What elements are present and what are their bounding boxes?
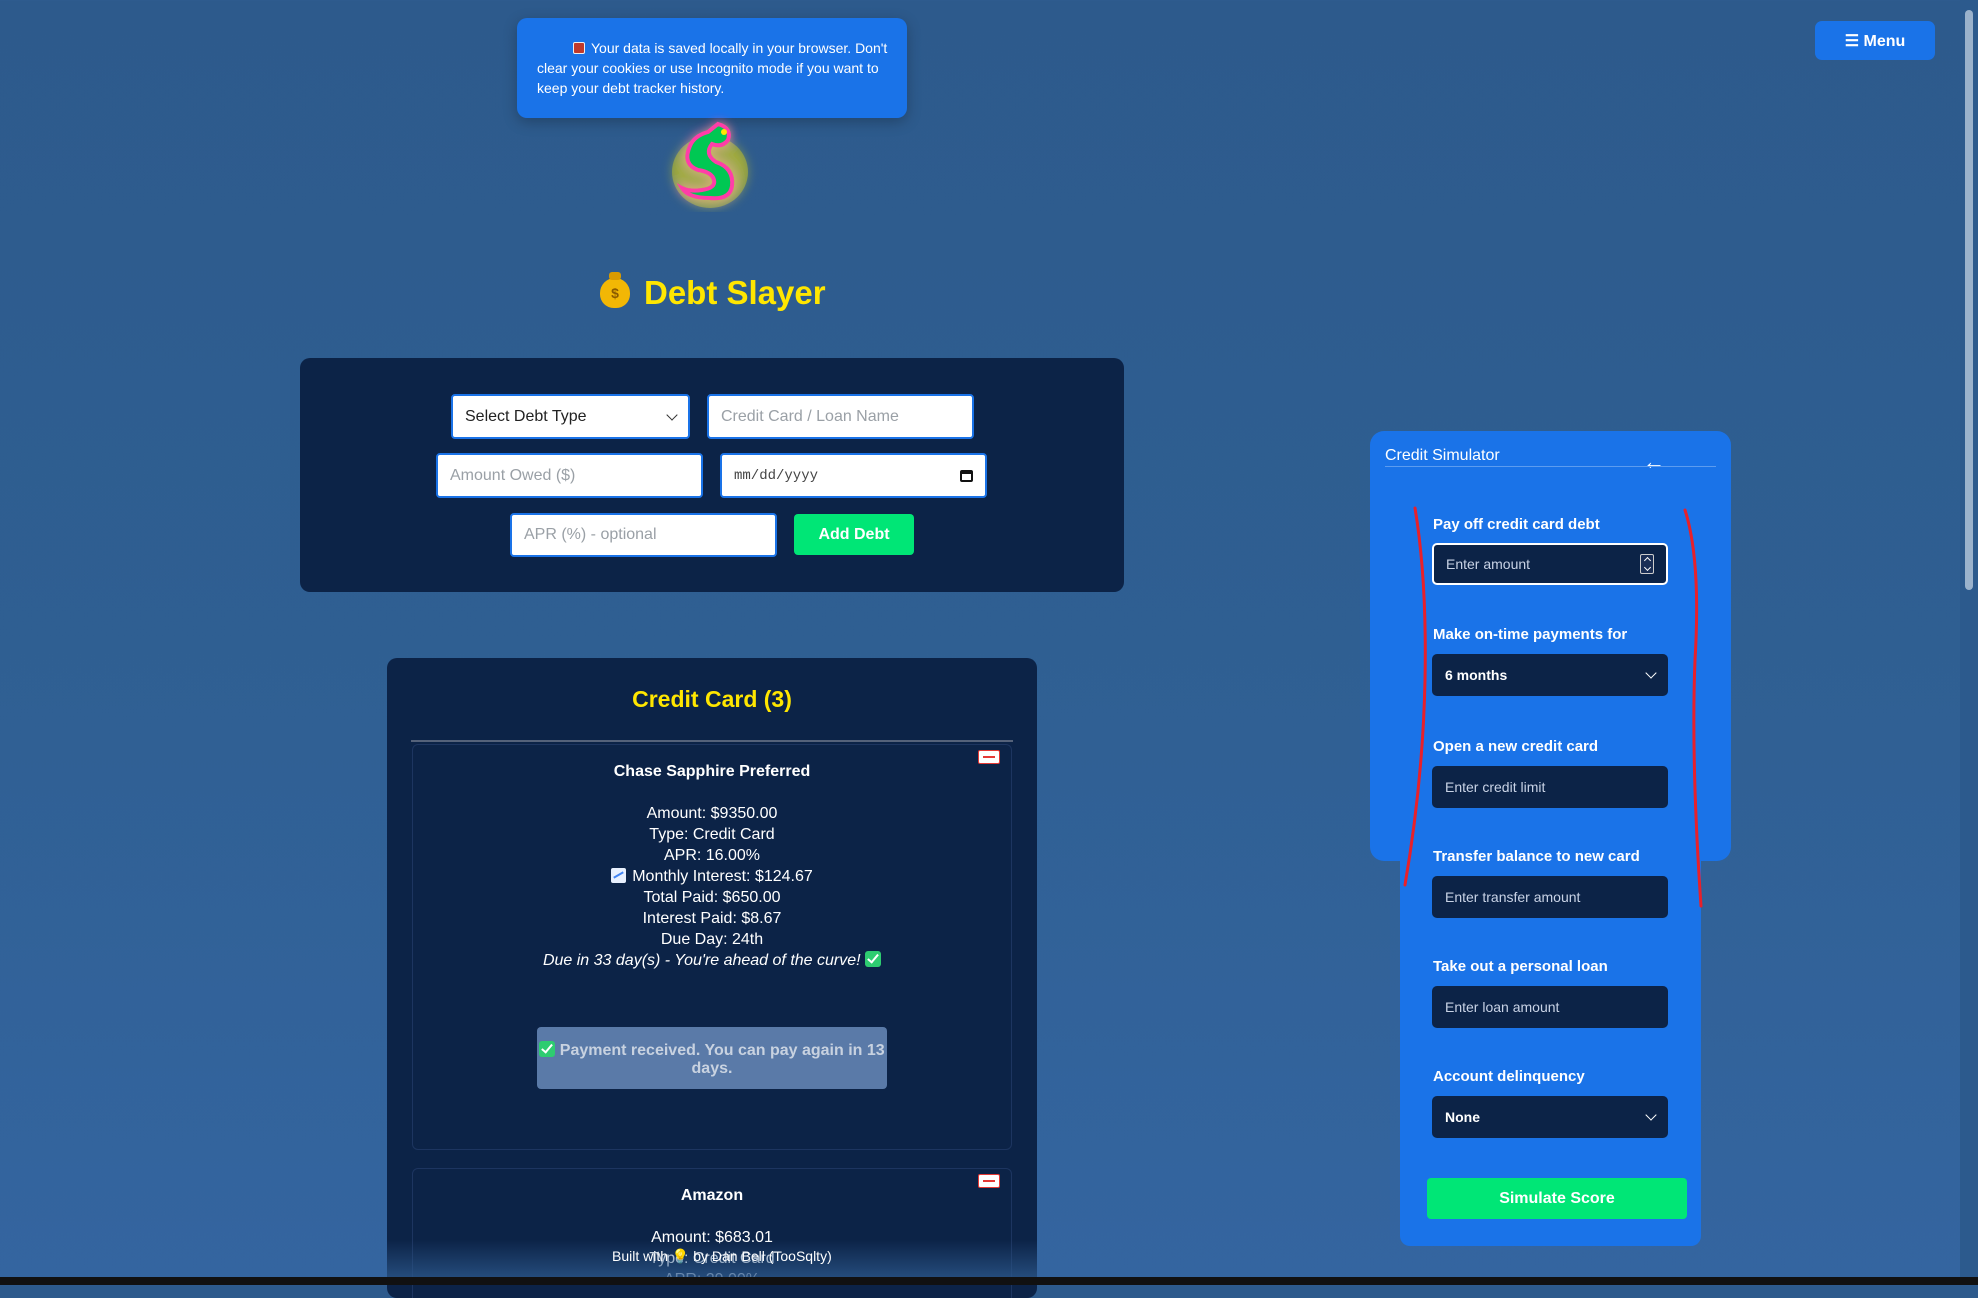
divider [1385,466,1716,467]
apr-input[interactable] [510,513,777,557]
chevron-down-icon [666,408,678,421]
monthly-interest: Monthly Interest: $124.67 [632,868,813,885]
loan-amount-input[interactable] [1432,986,1668,1028]
simulator-title: Credit Simulator [1385,447,1500,464]
ontime-months-select[interactable]: 6 months [1432,654,1668,696]
chevron-down-icon [1645,667,1657,679]
total-paid: Total Paid: $650.00 [643,889,781,906]
payment-received-button[interactable]: Payment received. You can pay again in 1… [537,1027,887,1089]
debt-amount: Amount: $9350.00 [646,805,778,822]
newcard-label: Open a new credit card [1433,738,1599,755]
delinquency-label: Account delinquency [1433,1068,1585,1085]
chevron-down-icon [1645,1109,1657,1121]
dragon-icon [672,121,748,208]
due-note-row: Due in 33 day(s) - You're ahead of the c… [413,950,1011,971]
payment-status: Payment received. You can pay again in 1… [559,1042,885,1077]
debt-name: Chase Sapphire Preferred [613,763,811,780]
debt-card: Chase Sapphire Preferred Amount: $9350.0… [412,744,1012,1150]
due-day: Due Day: 24th [660,931,764,948]
notice-text: Your data is saved locally in your brows… [537,40,888,96]
monthly-interest-row: Monthly Interest: $124.67 [413,866,1011,887]
add-debt-form: Select Debt Type mm/dd/yyyy Add Debt [300,358,1124,592]
check-mark-icon [865,951,882,967]
date-placeholder: mm/dd/yyyy [734,467,819,484]
app-header: $ Debt Slayer [600,268,890,318]
scrollbar-thumb[interactable] [1965,10,1973,590]
floppy-disk-icon [573,42,585,54]
due-note: Due in 33 day(s) - You're ahead of the c… [542,952,861,969]
loan-label: Take out a personal loan [1433,958,1608,975]
amount-owed-input[interactable] [436,453,703,498]
ontime-label: Make on-time payments for [1433,626,1628,643]
payoff-placeholder: Enter amount [1446,556,1531,572]
payoff-label: Pay off credit card debt [1433,516,1600,533]
money-bag-icon: $ [600,272,630,308]
local-storage-notice: Your data is saved locally in your brows… [517,18,907,118]
add-debt-button[interactable]: Add Debt [794,514,914,555]
delinquency-value: None [1445,1109,1480,1125]
delete-icon[interactable] [978,1174,1000,1188]
due-date-input[interactable]: mm/dd/yyyy [720,453,987,498]
menu-button[interactable]: ☰ Menu [1815,21,1935,60]
app-title: Debt Slayer [644,274,826,311]
debt-type: Type: Credit Card [649,826,775,843]
debt-type-value: Select Debt Type [465,407,587,425]
back-arrow-icon[interactable]: ← [1643,451,1665,473]
check-mark-icon [539,1041,556,1057]
window-bottom-edge [0,1277,1978,1285]
debt-list-panel: Credit Card (3) Chase Sapphire Preferred… [387,658,1037,1298]
chart-increasing-icon [611,868,627,883]
debt-group-heading: Credit Card (3) [411,686,1013,742]
delete-icon[interactable] [978,750,1000,764]
calendar-icon[interactable] [960,469,973,482]
credit-limit-input[interactable] [1432,766,1668,808]
debt-apr: APR: 16.00% [663,847,761,864]
footer-credit: Built with 💡 by Dan Bell (TooSqlty) [612,1248,832,1264]
debt-type-select[interactable]: Select Debt Type [451,394,690,439]
transfer-label: Transfer balance to new card [1433,848,1640,865]
interest-paid: Interest Paid: $8.67 [642,910,782,927]
ontime-value: 6 months [1445,667,1508,683]
number-stepper[interactable] [1640,554,1654,574]
simulate-score-button[interactable]: Simulate Score [1427,1178,1687,1219]
payoff-amount-input[interactable]: Enter amount [1432,543,1668,585]
delinquency-select[interactable]: None [1432,1096,1668,1138]
debt-name-input[interactable] [707,394,974,439]
debt-name: Amazon [680,1187,744,1204]
transfer-amount-input[interactable] [1432,876,1668,918]
